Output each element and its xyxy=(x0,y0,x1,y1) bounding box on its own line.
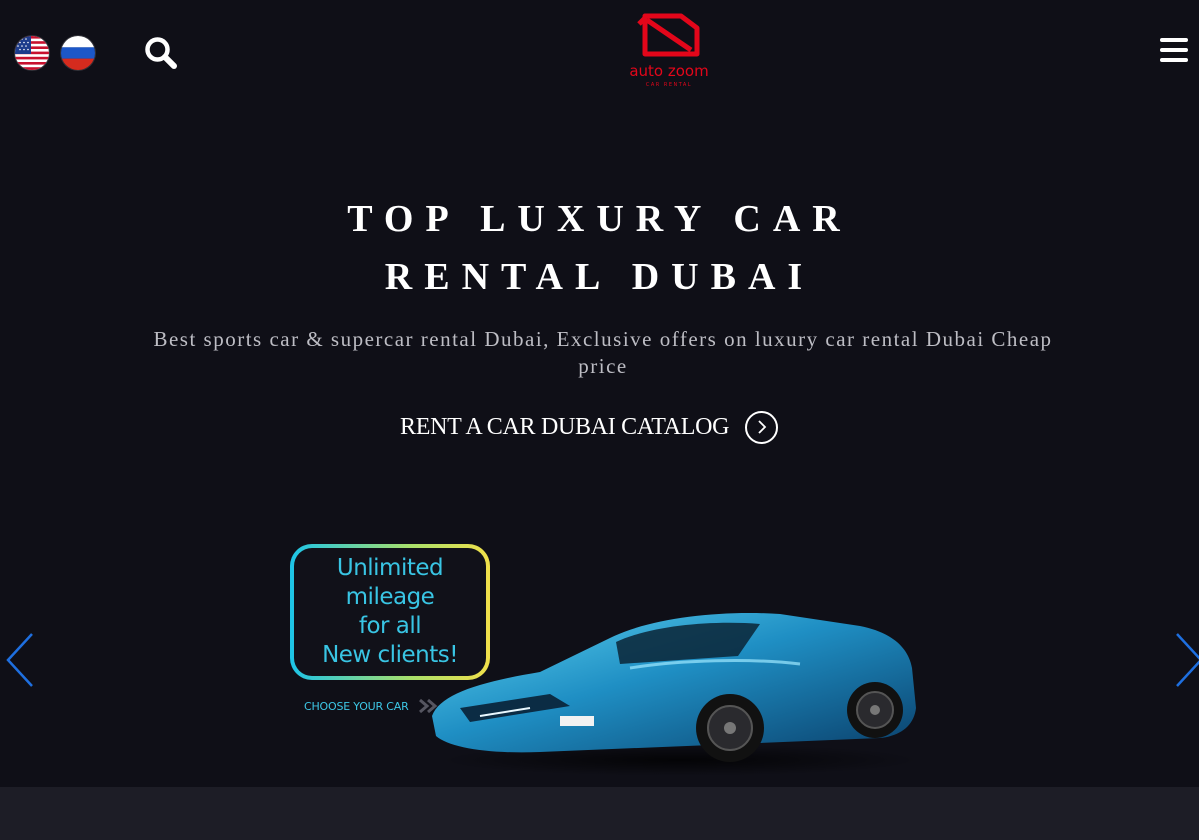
site-header: auto zoom CAR RENTAL xyxy=(0,0,1199,110)
hero-subtitle: Best sports car & supercar rental Dubai,… xyxy=(153,327,1053,378)
slider-prev-chevron-left-icon[interactable] xyxy=(4,632,36,688)
logo-subtext: CAR RENTAL xyxy=(645,82,693,88)
chevron-right-circle-icon xyxy=(745,410,779,444)
search-icon[interactable] xyxy=(143,35,179,71)
catalog-link-label: RENT A CAR DUBAI CATALOG xyxy=(400,413,730,440)
logo-text: auto zoom xyxy=(629,62,709,80)
page: auto zoom CAR RENTAL TOP LUXURY CAR RENT… xyxy=(0,0,1199,840)
promo-line-1: Unlimited xyxy=(336,555,444,581)
hero-slider: Unlimited mileage for all New clients! C… xyxy=(0,520,1199,788)
car-image xyxy=(420,598,925,778)
hero-title-line-2: RENTAL DUBAI xyxy=(384,256,815,298)
language-ru-flag-icon[interactable] xyxy=(61,36,95,70)
hero-title-line-1: TOP LUXURY CAR xyxy=(347,198,852,240)
auto-zoom-logo[interactable]: auto zoom CAR RENTAL xyxy=(603,10,735,92)
hamburger-menu-icon[interactable] xyxy=(1160,38,1188,68)
choose-your-car-link[interactable]: CHOOSE YOUR CAR xyxy=(304,700,409,713)
catalog-link-button[interactable]: RENT A CAR DUBAI CATALOG xyxy=(400,408,779,446)
front-wheel xyxy=(696,694,764,762)
hero-title: TOP LUXURY CAR RENTAL DUBAI xyxy=(0,190,1199,306)
slider-next-chevron-right-icon[interactable] xyxy=(1173,632,1199,688)
promo-line-3: for all xyxy=(358,613,422,639)
logo-mark-icon xyxy=(637,13,700,57)
next-section-band xyxy=(0,787,1199,840)
language-en-us-flag-icon[interactable] xyxy=(15,36,49,70)
rear-wheel xyxy=(847,682,903,738)
